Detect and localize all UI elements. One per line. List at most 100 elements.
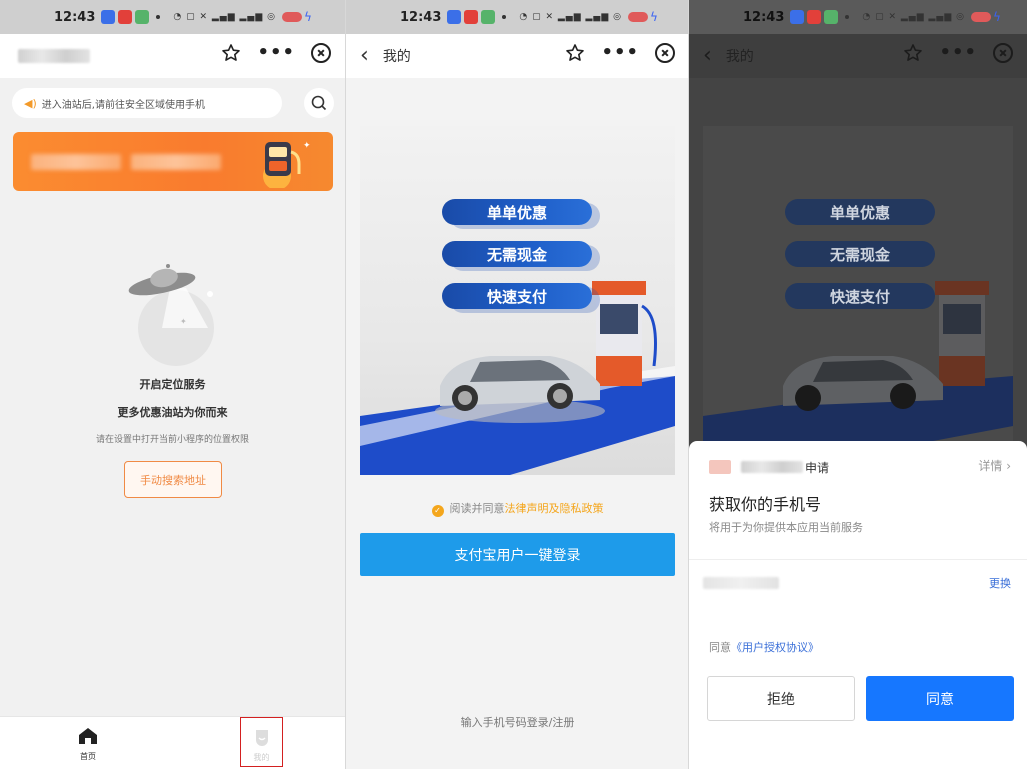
close-icon[interactable] [655, 42, 675, 63]
detail-label: 详情 [978, 459, 1003, 473]
status-bar: 12:43 ◔ ▢ ✕ ▂▄▆ ▂▄▆ ◎ ϟ [0, 0, 345, 34]
battery-icon [970, 12, 991, 22]
fuel-pump-icon: ✦ [263, 141, 311, 188]
app-notification-icon [807, 10, 822, 24]
check-icon[interactable]: ✓ [431, 505, 444, 517]
tab-bar: 首页 我的 [0, 716, 345, 769]
charging-icon: ϟ [303, 10, 312, 24]
policy-link[interactable]: 法律声明及隐私政策 [505, 502, 604, 515]
divider [689, 559, 1027, 560]
agree-prefix: 同意 [709, 641, 731, 654]
hero-pill: 快速支付 [442, 283, 592, 309]
nav-bar: ‹ 我的 ••• [346, 34, 689, 78]
hero-pill: 无需现金 [785, 241, 935, 267]
app-name-redacted [741, 461, 803, 473]
page-title: 我的 [382, 49, 411, 65]
charging-icon: ϟ [992, 10, 1001, 24]
back-icon[interactable]: ‹ [360, 45, 369, 67]
status-bar: 12:43 ◔ ▢ ✕ ▂▄▆ ▂▄▆ ◎ ϟ [346, 0, 689, 34]
hero-image-dimmed: 单单优惠 无需现金 快速支付 [703, 126, 1013, 456]
user-auth-agreement-link[interactable]: 《用户授权协议》 [731, 641, 819, 654]
sheet-agreement: 同意《用户授权协议》 [709, 639, 819, 655]
search-button[interactable] [304, 88, 334, 118]
hero-pill: 快速支付 [785, 283, 935, 309]
screen-login: 12:43 ◔ ▢ ✕ ▂▄▆ ▂▄▆ ◎ ϟ ‹ 我的 ••• 单单优惠 无需… [346, 0, 689, 769]
system-icons: ◔ ▢ ✕ ▂▄▆ ▂▄▆ ◎ [173, 12, 276, 22]
sheet-subtitle: 将用于为你提供本应用当前服务 [709, 521, 863, 534]
tab-home-label: 首页 [80, 752, 96, 761]
app-notification-icon [118, 10, 133, 24]
home-icon [79, 728, 97, 744]
phone-login-link[interactable]: 输入手机号码登录/注册 [346, 714, 689, 730]
phone-number-redacted [703, 577, 779, 589]
star-icon[interactable] [221, 43, 241, 63]
back-icon[interactable]: ‹ [703, 45, 712, 67]
page-title: 我的 [725, 49, 754, 65]
reject-button[interactable]: 拒绝 [707, 676, 855, 721]
screen-home: 12:43 ◔ ▢ ✕ ▂▄▆ ▂▄▆ ◎ ϟ ••• ◀) 进入油站后,请前往… [0, 0, 345, 769]
more-icon[interactable]: ••• [257, 42, 295, 63]
app-notification-icon [790, 10, 805, 24]
tab-home[interactable]: 首页 [68, 727, 108, 762]
close-icon[interactable] [993, 42, 1013, 63]
status-time: 12:43 [400, 9, 442, 25]
banner-text-redacted [131, 154, 221, 170]
battery-icon [281, 12, 302, 22]
hero-pill: 无需现金 [442, 241, 592, 267]
status-time: 12:43 [54, 9, 96, 25]
chevron-right-icon: › [1006, 459, 1011, 473]
screen-phone-auth: 12:43 ◔ ▢ ✕ ▂▄▆ ▂▄▆ ◎ ϟ ‹ 我的 ••• 单单优惠 无需… [689, 0, 1027, 769]
manual-search-button[interactable]: 手动搜索地址 [124, 461, 222, 498]
mine-icon [255, 730, 268, 746]
app-notification-icon [481, 10, 496, 24]
agree-button[interactable]: 同意 [866, 676, 1014, 721]
search-input[interactable]: ◀) 进入油站后,请前往安全区域使用手机 [12, 88, 282, 118]
star-icon[interactable] [903, 43, 923, 63]
banner-text-redacted [31, 154, 121, 170]
dot-icon [845, 15, 850, 19]
sheet-header: 申请 详情 › [709, 457, 1011, 477]
tab-mine[interactable]: 我的 [240, 717, 283, 767]
app-notification-icon [135, 10, 150, 24]
detail-link[interactable]: 详情 › [978, 457, 1011, 474]
hero-pill: 单单优惠 [442, 199, 592, 225]
hero-pill: 单单优惠 [785, 199, 935, 225]
phone-number-row[interactable]: 更换 [703, 573, 1011, 593]
agree-prefix: 阅读并同意 [449, 502, 505, 515]
battery-icon [627, 12, 648, 22]
speaker-icon: ◀) [24, 96, 37, 110]
app-notification-icon [464, 10, 479, 24]
status-time: 12:43 [743, 9, 785, 25]
agreement-row[interactable]: ✓ 阅读并同意法律声明及隐私政策 [346, 500, 689, 517]
empty-subtitle: 更多优惠油站为你而来 [117, 406, 228, 419]
svg-text:✦: ✦ [180, 317, 187, 326]
app-title-redacted [18, 49, 90, 63]
search-placeholder: 进入油站后,请前往安全区域使用手机 [41, 99, 205, 111]
app-notification-icon [447, 10, 462, 24]
star-icon[interactable] [565, 43, 585, 63]
ufo-illustration: ✦ [128, 264, 214, 366]
svg-text:✦: ✦ [303, 141, 311, 151]
nav-bar: ‹ 我的 ••• [689, 34, 1027, 78]
app-logo [709, 460, 731, 474]
charging-icon: ϟ [649, 10, 658, 24]
change-phone-link[interactable]: 更换 [989, 575, 1011, 591]
tab-mine-label: 我的 [253, 753, 270, 762]
close-icon[interactable] [311, 42, 331, 63]
search-icon [311, 95, 327, 111]
sheet-title: 获取你的手机号 [709, 495, 822, 514]
nav-bar: ••• [0, 34, 345, 78]
empty-title: 开启定位服务 [139, 378, 206, 391]
status-bar: 12:43 ◔ ▢ ✕ ▂▄▆ ▂▄▆ ◎ ϟ [689, 0, 1027, 34]
system-icons: ◔ ▢ ✕ ▂▄▆ ▂▄▆ ◎ [519, 12, 622, 22]
alipay-login-button[interactable]: 支付宝用户一键登录 [360, 533, 675, 576]
more-icon[interactable]: ••• [939, 42, 977, 63]
hero-image: 单单优惠 无需现金 快速支付 [360, 126, 675, 475]
applicant-suffix: 申请 [805, 460, 830, 475]
more-icon[interactable]: ••• [601, 42, 639, 63]
empty-hint: 请在设置中打开当前小程序的位置权限 [95, 435, 249, 445]
dot-icon [156, 15, 161, 19]
app-notification-icon [824, 10, 839, 24]
promo-banner[interactable]: ✦ [13, 132, 333, 191]
system-icons: ◔ ▢ ✕ ▂▄▆ ▂▄▆ ◎ [862, 12, 965, 22]
